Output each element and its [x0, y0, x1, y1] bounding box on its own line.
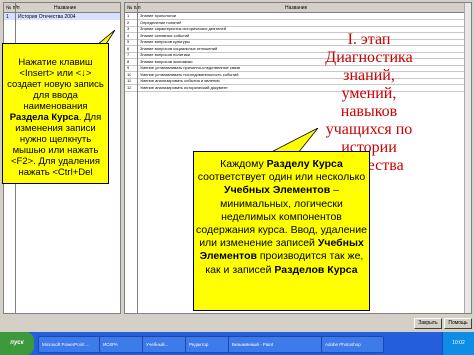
- row-num: 1: [6, 14, 9, 20]
- column-header-name: Название: [54, 5, 77, 11]
- callout-bold-text: Разделу Курса: [266, 158, 343, 170]
- row-name: История Отечества 2004: [18, 14, 76, 20]
- help-callout-elements: Каждому Разделу Курса соответствует один…: [193, 151, 370, 311]
- section-list-header: № п/п Название: [125, 3, 464, 13]
- column-header-name: Название: [285, 5, 308, 11]
- taskbar-item[interactable]: Microsoft PowerPoint ...: [38, 336, 101, 353]
- callout-bold-text: Раздела Курса: [9, 112, 79, 123]
- column-header-num: № п/п: [127, 5, 141, 11]
- taskbar-item[interactable]: Редактор: [185, 336, 230, 353]
- callout-text: Каждому: [220, 158, 267, 170]
- start-button[interactable]: пуск: [0, 332, 34, 355]
- course-list-header: № п/п Название: [4, 3, 120, 13]
- taskbar-item[interactable]: Adobe Photoshop: [321, 336, 384, 353]
- callout-bold-text: Разделов Курса: [274, 263, 358, 276]
- callout-text: соответствует один или несколько: [197, 171, 366, 184]
- callout-bold-text: Учебных Элементов: [224, 184, 331, 197]
- system-tray-clock: 10:02: [442, 332, 474, 355]
- column-divider: [137, 3, 138, 313]
- taskbar-item[interactable]: ИСКРА: [99, 336, 144, 353]
- help-button[interactable]: Помощь: [444, 318, 472, 329]
- table-row[interactable]: 1 История Отечества 2004: [4, 13, 120, 20]
- help-callout-insert: Нажатие клавиш <Insert> или <↓> создает …: [2, 43, 109, 184]
- vertical-scrollbar[interactable]: [464, 3, 471, 313]
- close-button[interactable]: Закрыть: [414, 318, 442, 329]
- taskbar-item[interactable]: Безымянный - Paint: [228, 336, 323, 353]
- taskbar-item[interactable]: Учебный...: [142, 336, 187, 353]
- column-header-num: № п/п: [6, 5, 20, 11]
